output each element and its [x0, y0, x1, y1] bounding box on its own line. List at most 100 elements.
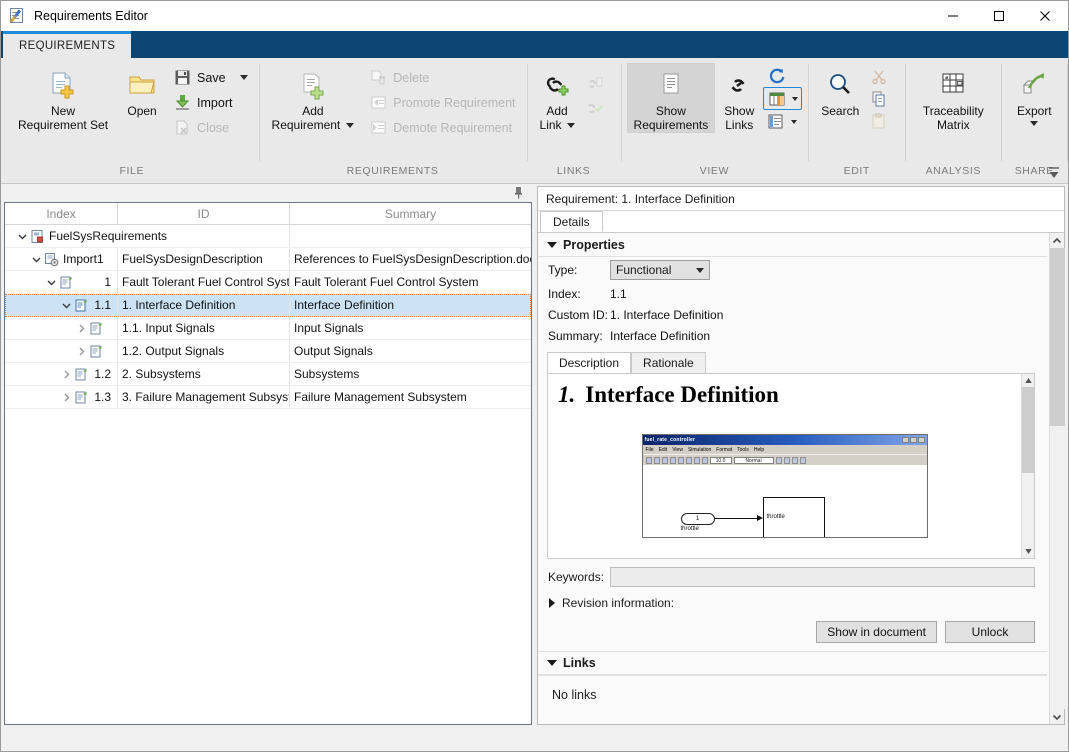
table-row[interactable]: Import1 FuelSysDesignDescription Referen… — [5, 248, 531, 271]
scroll-up-icon[interactable] — [1050, 233, 1065, 248]
unlock-button[interactable]: Unlock — [945, 621, 1035, 643]
promote-requirement-icon — [368, 93, 388, 113]
open-label: Open — [127, 104, 156, 118]
traceability-matrix-button[interactable]: Traceability Matrix — [911, 63, 995, 133]
table-row[interactable]: FuelSysRequirements — [5, 225, 531, 248]
promote-requirement-button: Promote Requirement — [365, 90, 520, 115]
expand-toggle[interactable] — [59, 370, 73, 379]
add-link-label-line1: Add — [546, 104, 567, 118]
copy-button[interactable] — [866, 88, 899, 110]
keywords-label: Keywords: — [548, 570, 610, 584]
description-content-area[interactable]: 1.Interface Definition fuel_rate_control… — [547, 373, 1035, 559]
row-summary: Subsystems — [290, 363, 531, 385]
description-scroll-track[interactable] — [1022, 387, 1035, 545]
cut-icon — [869, 67, 889, 87]
open-button[interactable]: Open — [115, 63, 169, 119]
chevron-right-icon[interactable] — [549, 598, 555, 608]
maximize-button[interactable] — [976, 1, 1022, 31]
new-requirement-set-label-line1: New — [18, 104, 108, 118]
column-header-index[interactable]: Index — [5, 203, 118, 225]
expand-toggle[interactable] — [59, 301, 73, 310]
requirements-editor-window: Requirements Editor REQUIREMENTS — [0, 0, 1069, 752]
chevron-down-icon[interactable] — [547, 660, 557, 666]
tab-rationale[interactable]: Rationale — [631, 352, 706, 373]
show-in-document-button[interactable]: Show in document — [816, 621, 937, 643]
keywords-input[interactable] — [610, 567, 1035, 587]
tree-pane-toolbar — [4, 186, 532, 202]
description-scroll-thumb[interactable] — [1022, 387, 1035, 473]
demote-requirement-button: Demote Requirement — [365, 115, 520, 140]
details-scroll-area: Properties Type: Functional Index: 1.1 — [538, 233, 1049, 724]
save-dropdown-caret[interactable] — [240, 75, 248, 80]
add-requirement-dropdown-caret[interactable] — [346, 123, 354, 128]
ribbon: New Requirement Set Open — [1, 58, 1068, 184]
pin-icon[interactable] — [513, 186, 524, 202]
table-row[interactable]: 1 Fault Tolerant Fuel Control System Fau… — [5, 271, 531, 294]
report-dropdown-caret[interactable] — [791, 120, 797, 124]
tab-details[interactable]: Details — [540, 211, 603, 232]
details-scroll-thumb[interactable] — [1050, 248, 1065, 426]
export-button[interactable]: Export — [1007, 63, 1061, 127]
table-row[interactable]: 1.2. Output Signals Output Signals — [5, 340, 531, 363]
simulink-input-port: 1 — [681, 513, 715, 525]
add-link-icon — [542, 68, 572, 102]
requirements-tree[interactable]: Index ID Summary — [4, 202, 532, 725]
add-requirement-button[interactable]: Add Requirement — [265, 63, 362, 133]
show-links-button[interactable]: Show Links — [715, 63, 763, 133]
save-button[interactable]: Save — [169, 65, 253, 90]
table-row[interactable]: 1.3 3. Failure Management Subsystem Fail… — [5, 386, 531, 409]
chevron-down-icon[interactable] — [547, 242, 557, 248]
expand-toggle[interactable] — [74, 324, 88, 333]
show-requirements-button[interactable]: Show Requirements — [627, 63, 716, 133]
close-button[interactable] — [1022, 1, 1068, 31]
column-header-id[interactable]: ID — [118, 203, 290, 225]
details-scrollbar[interactable] — [1049, 233, 1064, 724]
properties-section-header[interactable]: Properties — [538, 233, 1047, 257]
ribbon-group-label-requirements: REQUIREMENTS — [261, 163, 525, 183]
column-header-summary[interactable]: Summary — [290, 203, 531, 225]
chevron-down-icon[interactable] — [696, 268, 704, 273]
window-controls — [930, 1, 1068, 31]
add-requirement-icon — [298, 68, 328, 102]
collapse-ribbon-icon[interactable] — [1046, 165, 1062, 181]
description-document: 1.Interface Definition fuel_rate_control… — [548, 374, 1021, 558]
row-id: FuelSysDesignDescription — [118, 248, 290, 270]
columns-button[interactable] — [763, 87, 802, 110]
details-scroll-track[interactable] — [1050, 248, 1065, 709]
requirement-icon — [58, 275, 75, 290]
expand-toggle[interactable] — [59, 393, 73, 402]
columns-dropdown-caret[interactable] — [792, 97, 798, 101]
expand-toggle[interactable] — [74, 347, 88, 356]
import-button[interactable]: Import — [169, 90, 253, 115]
add-link-dropdown-caret[interactable] — [567, 123, 575, 128]
scroll-up-icon[interactable] — [1022, 374, 1035, 387]
requirement-icon — [73, 390, 90, 405]
new-requirement-set-button[interactable]: New Requirement Set — [11, 63, 115, 133]
scroll-down-icon[interactable] — [1022, 545, 1035, 558]
tab-description[interactable]: Description — [547, 352, 631, 373]
tab-requirements[interactable]: REQUIREMENTS — [3, 31, 131, 58]
table-row[interactable]: 1.1 1. Interface Definition Interface De… — [5, 294, 531, 317]
links-section-header[interactable]: Links — [538, 651, 1047, 675]
table-row[interactable]: 1.1. Input Signals Input Signals — [5, 317, 531, 340]
refresh-button[interactable] — [763, 64, 802, 87]
add-link-button[interactable]: Add Link — [533, 63, 582, 133]
revision-information-row[interactable]: Revision information: — [538, 591, 1047, 615]
search-button[interactable]: Search — [814, 63, 866, 119]
minimize-button[interactable] — [930, 1, 976, 31]
ribbon-group-file: New Requirement Set Open — [5, 58, 259, 183]
description-scrollbar[interactable] — [1021, 374, 1034, 558]
type-dropdown[interactable]: Functional — [610, 260, 710, 280]
export-dropdown-caret[interactable] — [1030, 121, 1038, 126]
delete-link-icon — [585, 72, 605, 92]
revision-information-label: Revision information: — [562, 596, 674, 610]
report-button[interactable] — [763, 110, 802, 133]
expand-toggle[interactable] — [29, 255, 43, 264]
expand-toggle[interactable] — [15, 232, 29, 241]
delete-label: Delete — [393, 71, 429, 85]
row-index: 1 — [104, 275, 113, 289]
expand-toggle[interactable] — [44, 278, 58, 287]
row-id: 2. Subsystems — [118, 363, 290, 385]
scroll-down-icon[interactable] — [1050, 709, 1065, 724]
table-row[interactable]: 1.2 2. Subsystems Subsystems — [5, 363, 531, 386]
